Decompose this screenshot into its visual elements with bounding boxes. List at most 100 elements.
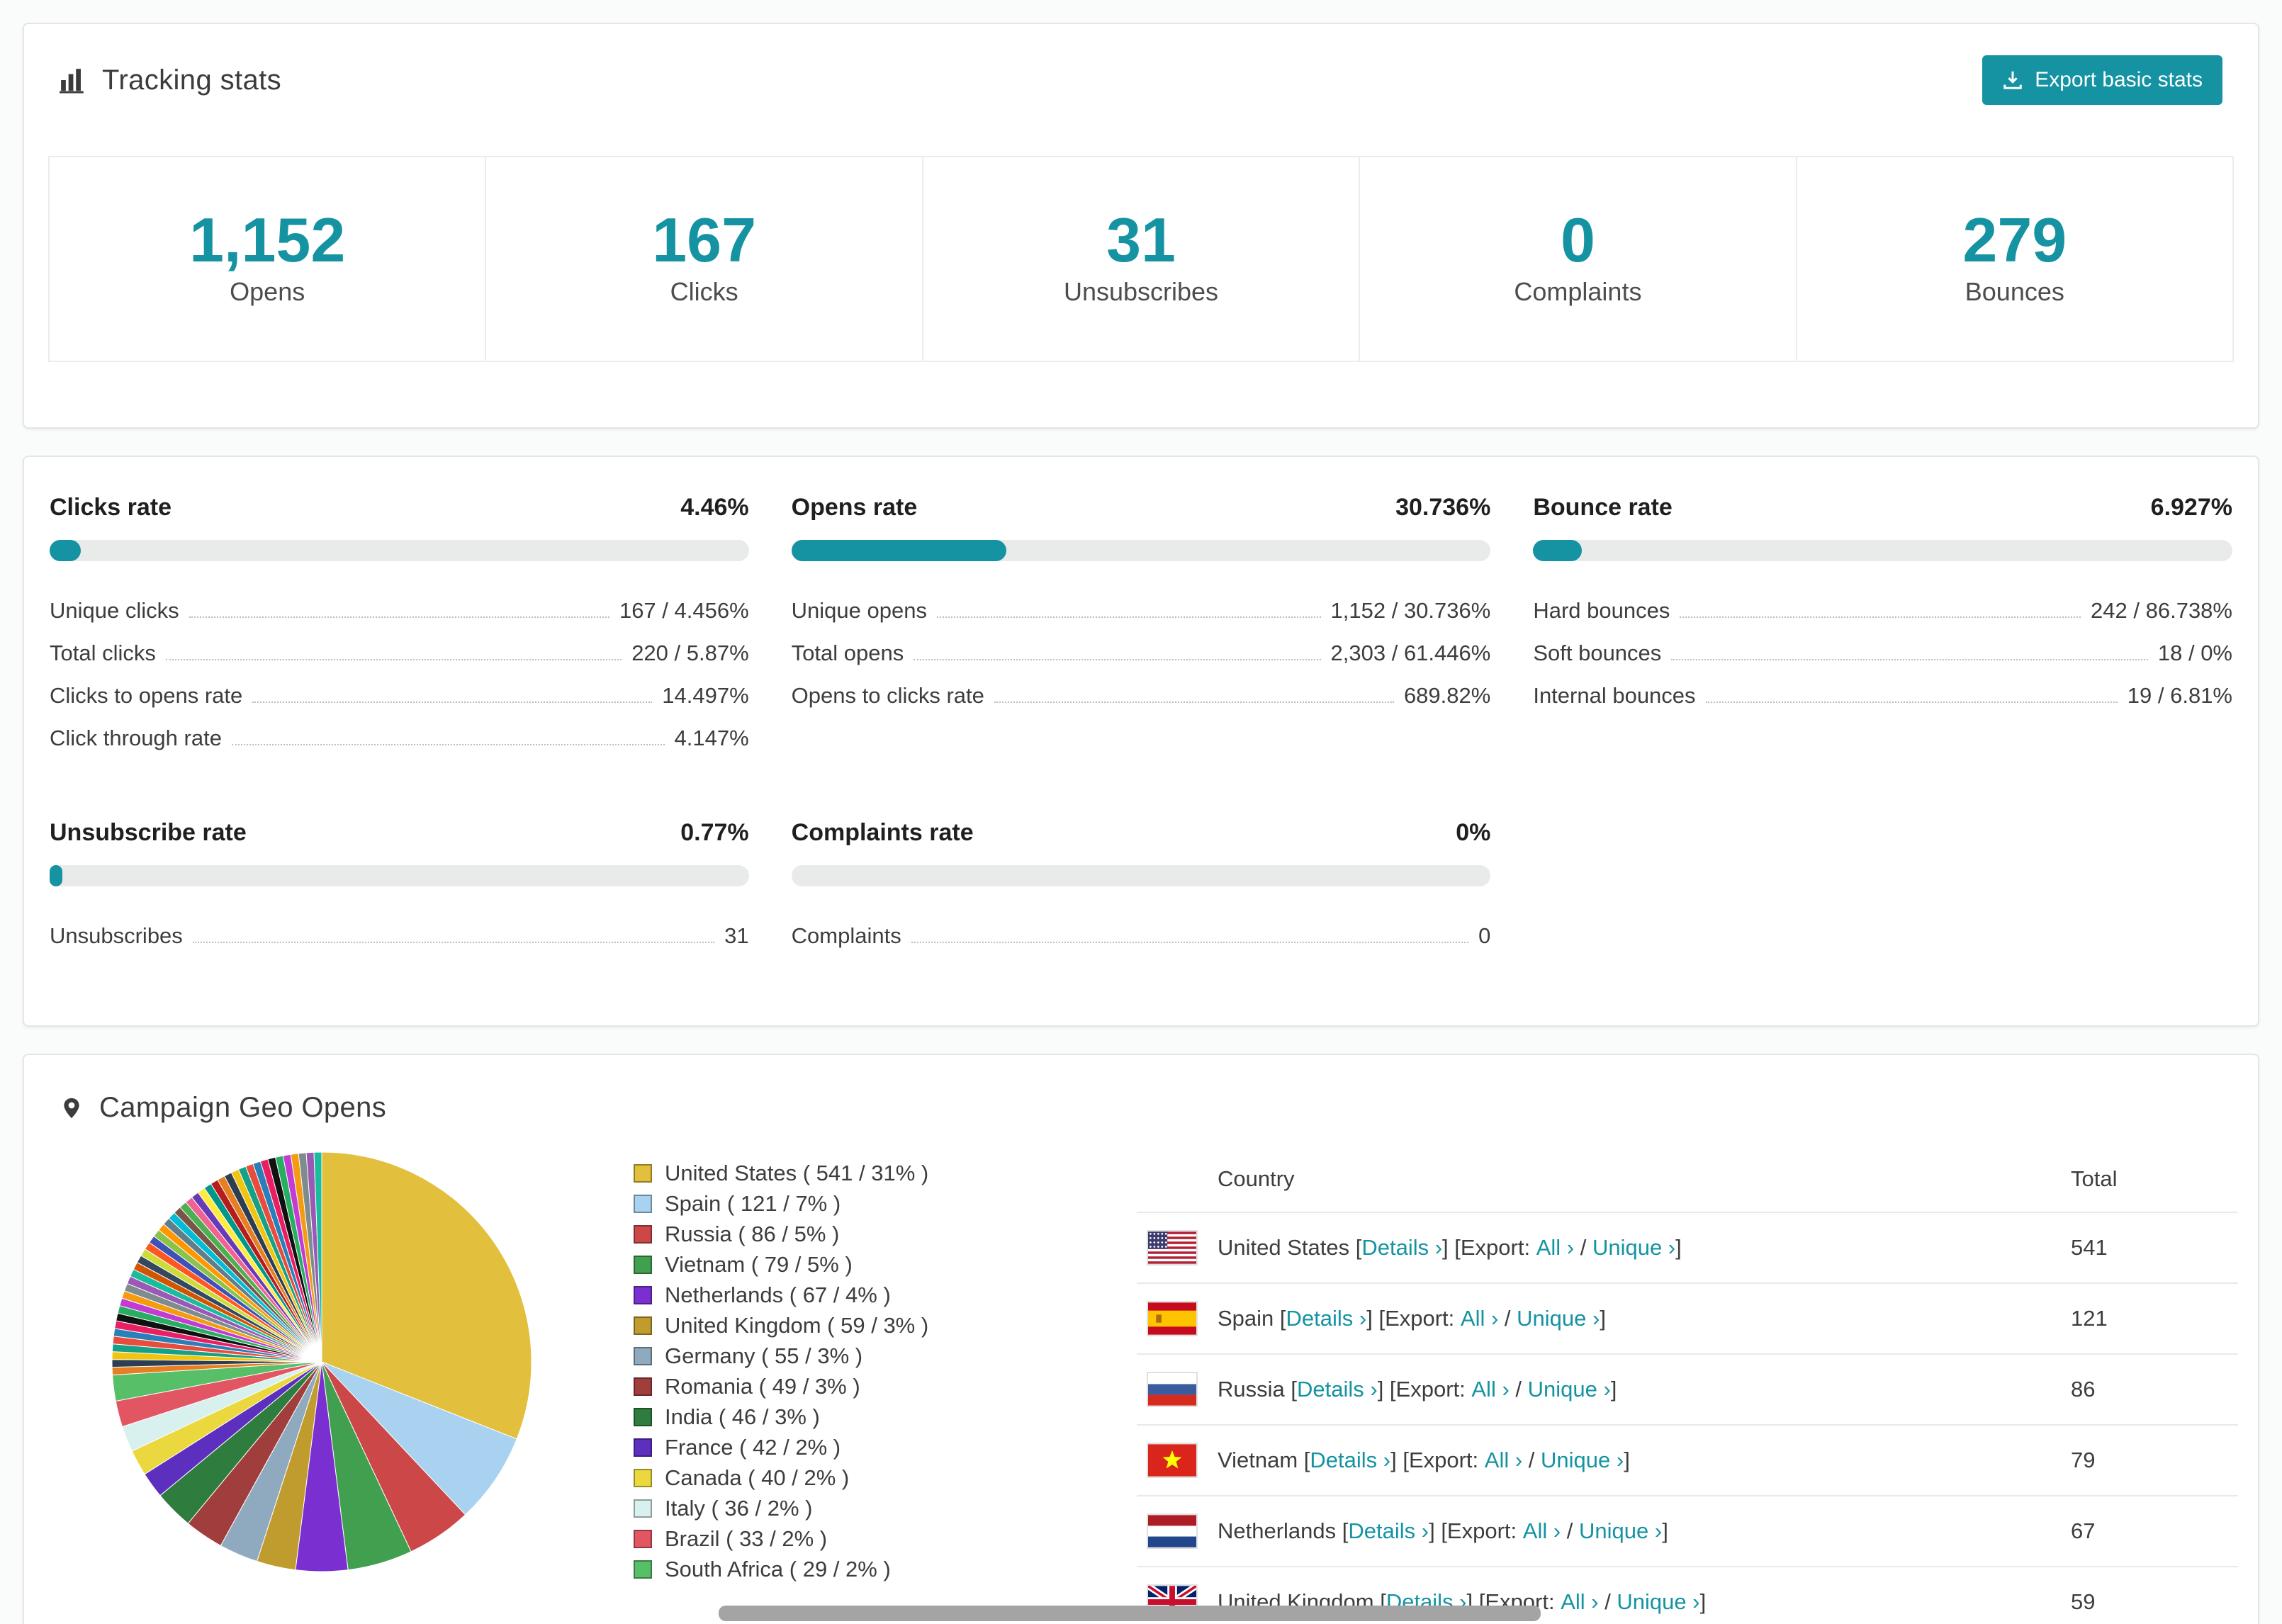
rate-row: Unsubscribes 31: [50, 915, 749, 957]
legend-swatch: [634, 1316, 652, 1335]
bracket: ] [Export:: [1366, 1306, 1461, 1331]
legend-label: Brazil ( 33 / 2% ): [665, 1526, 828, 1552]
export-all-link[interactable]: All ›: [1485, 1448, 1522, 1473]
rate-row: Total opens 2,303 / 61.446%: [792, 632, 1491, 675]
dotted-leader: [1671, 659, 2148, 661]
stat-value: 0: [1560, 205, 1595, 275]
bracket: [: [1284, 1377, 1297, 1402]
rate-percent: 6.927%: [2150, 494, 2232, 521]
rate-row-value: 14.497%: [662, 683, 749, 709]
export-all-link[interactable]: All ›: [1523, 1518, 1561, 1544]
country-cell: Netherlands [Details ›] [Export: All › /…: [1137, 1496, 2071, 1566]
legend-swatch: [634, 1255, 652, 1274]
export-unique-link[interactable]: Unique ›: [1517, 1306, 1600, 1331]
legend-label: Spain ( 121 / 7% ): [665, 1191, 841, 1217]
geo-content: United States ( 541 / 31% ) Spain ( 121 /…: [24, 1124, 2258, 1624]
rate-row-label: Complaints: [791, 923, 901, 949]
legend-swatch: [634, 1224, 652, 1244]
details-link[interactable]: Details ›: [1348, 1518, 1429, 1544]
geo-opens-header: Campaign Geo Opens: [24, 1055, 2258, 1124]
rate-row-label: Click through rate: [50, 726, 222, 751]
tracking-stats-header: Tracking stats Export basic stats: [24, 24, 2258, 105]
legend-item-vietnam: Vietnam ( 79 / 5% ): [634, 1249, 1059, 1280]
bracket: /: [1561, 1518, 1579, 1544]
rate-row-value: 4.147%: [674, 726, 749, 751]
bracket: /: [1498, 1306, 1517, 1331]
bar-chart-icon: [60, 67, 86, 94]
rate-row-value: 2,303 / 61.446%: [1330, 641, 1491, 666]
dotted-leader: [1680, 616, 2081, 619]
geo-pie-chart[interactable]: [109, 1149, 534, 1574]
rate-percent: 0%: [1456, 819, 1491, 847]
export-unique-link[interactable]: Unique ›: [1541, 1448, 1624, 1473]
legend-item-india: India ( 46 / 3% ): [634, 1402, 1059, 1432]
horizontal-scrollbar-thumb[interactable]: [719, 1606, 1541, 1621]
geo-table-row-spain: Spain [Details ›] [Export: All › / Uniqu…: [1137, 1283, 2238, 1355]
geo-table-row-vietnam: Vietnam [Details ›] [Export: All › / Uni…: [1137, 1425, 2238, 1496]
rate-title: Clicks rate: [50, 494, 172, 521]
bracket: [: [1274, 1306, 1286, 1331]
rate-title: Complaints rate: [791, 819, 974, 847]
rate-row-value: 0: [1478, 923, 1491, 949]
bracket: ]: [1624, 1448, 1630, 1473]
progress-track: [791, 865, 1491, 887]
export-basic-stats-label: Export basic stats: [2035, 68, 2203, 91]
page: Tracking stats Export basic stats 1,152 O…: [0, 0, 2282, 1624]
rate-row-label: Unique opens: [791, 598, 927, 624]
export-basic-stats-button[interactable]: Export basic stats: [1982, 55, 2222, 105]
legend-label: Germany ( 55 / 3% ): [665, 1343, 863, 1369]
geo-table-row-russia: Russia [Details ›] [Export: All › / Uniq…: [1137, 1354, 2238, 1426]
geo-table-row-united-states: United States [Details ›] [Export: All ›…: [1137, 1212, 2238, 1284]
details-link[interactable]: Details ›: [1310, 1448, 1390, 1473]
export-unique-link[interactable]: Unique ›: [1579, 1518, 1662, 1544]
export-unique-link[interactable]: Unique ›: [1617, 1589, 1699, 1615]
rate-row-label: Total clicks: [50, 641, 156, 666]
legend-item-brazil: Brazil ( 33 / 2% ): [634, 1523, 1059, 1554]
stat-label: Unsubscribes: [1063, 277, 1219, 307]
legend-item-germany: Germany ( 55 / 3% ): [634, 1341, 1059, 1371]
rate-row: Clicks to opens rate 14.497%: [50, 675, 749, 717]
export-all-link[interactable]: All ›: [1561, 1589, 1598, 1615]
export-unique-link[interactable]: Unique ›: [1528, 1377, 1611, 1402]
country-column-header: Country: [1218, 1166, 1295, 1192]
details-link[interactable]: Details ›: [1297, 1377, 1378, 1402]
dotted-leader: [252, 701, 653, 704]
flag-nl-icon: [1147, 1513, 1198, 1550]
export-all-link[interactable]: All ›: [1461, 1306, 1498, 1331]
legend-item-spain: Spain ( 121 / 7% ): [634, 1188, 1059, 1219]
legend-item-south-africa: South Africa ( 29 / 2% ): [634, 1554, 1059, 1584]
legend-label: South Africa ( 29 / 2% ): [665, 1557, 891, 1582]
rate-head: Complaints rate 0%: [792, 819, 1491, 847]
stat-label: Complaints: [1514, 277, 1642, 307]
bracket: ]: [1662, 1518, 1668, 1544]
tracking-stats-title-text: Tracking stats: [102, 64, 282, 96]
export-unique-link[interactable]: Unique ›: [1592, 1235, 1675, 1261]
legend-label: France ( 42 / 2% ): [665, 1435, 841, 1460]
stat-value: 31: [1106, 205, 1176, 275]
legend-swatch: [634, 1499, 652, 1518]
legend-label: Netherlands ( 67 / 4% ): [665, 1282, 891, 1308]
rate-head: Bounce rate 6.927%: [1533, 494, 2232, 521]
stat-value: 167: [652, 205, 757, 275]
country-cell: United States [Details ›] [Export: All ›…: [1137, 1213, 2071, 1282]
country-total: 86: [2071, 1377, 2096, 1402]
legend-swatch: [634, 1163, 652, 1183]
export-icon: [2002, 69, 2023, 91]
flag-ru-icon: [1147, 1372, 1198, 1408]
stat-opens: 1,152 Opens: [50, 157, 487, 361]
rate-block-bounce-rate: Bounce rate 6.927% Hard bounces 242 / 86.73…: [1533, 494, 2232, 760]
export-all-link[interactable]: All ›: [1471, 1377, 1509, 1402]
legend-item-united-states: United States ( 541 / 31% ): [634, 1158, 1059, 1188]
rates-card: Clicks rate 4.46% Unique clicks 167 / 4.456…: [23, 456, 2259, 1027]
flag-es-icon: [1147, 1301, 1198, 1337]
flag-vn-icon: [1147, 1443, 1198, 1479]
stat-complaints: 0 Complaints: [1360, 157, 1797, 361]
dotted-leader: [914, 659, 1321, 661]
legend-swatch: [634, 1194, 652, 1213]
legend-label: United States ( 541 / 31% ): [665, 1161, 929, 1186]
legend-swatch: [634, 1285, 652, 1304]
details-link[interactable]: Details ›: [1361, 1235, 1442, 1261]
details-link[interactable]: Details ›: [1286, 1306, 1367, 1331]
export-all-link[interactable]: All ›: [1536, 1235, 1574, 1261]
bracket: ] [Export:: [1429, 1518, 1523, 1544]
